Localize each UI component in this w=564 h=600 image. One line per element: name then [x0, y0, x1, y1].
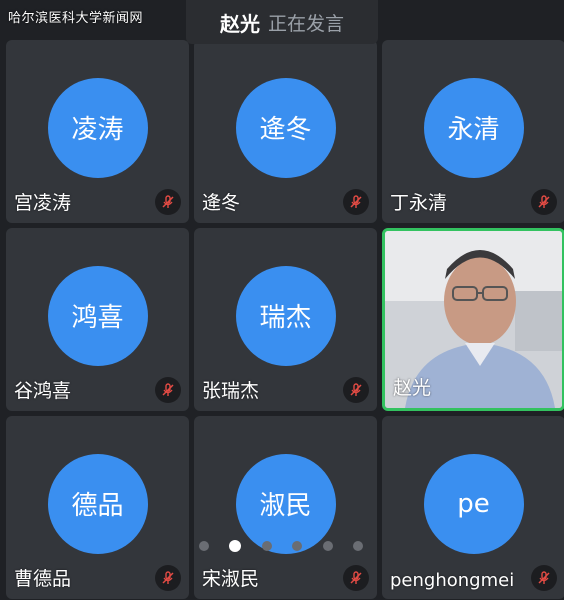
mic-muted-icon	[155, 189, 181, 215]
participant-name: 张瑞杰	[202, 380, 260, 402]
page-dot[interactable]	[261, 541, 272, 551]
avatar: pe	[423, 453, 524, 554]
participant-name: 曹德品	[14, 568, 72, 590]
participant-grid: 凌涛 宫凌涛 逄冬 逄冬 永清 丁永清 鸿喜 谷鸿喜 瑞杰 张瑞杰 赵光 德品 …	[0, 0, 564, 600]
mic-muted-icon	[531, 565, 557, 591]
participant-tile[interactable]: 德品 曹德品	[6, 416, 189, 599]
participant-name: penghongmei	[390, 570, 515, 591]
participant-tile[interactable]: 鸿喜 谷鸿喜	[6, 228, 189, 411]
mic-muted-icon	[531, 189, 557, 215]
speaker-indicator: 赵光 正在发言	[186, 0, 378, 44]
participant-tile[interactable]: pe penghongmei	[382, 416, 564, 599]
participant-name: 宫凌涛	[14, 192, 72, 214]
page-dot[interactable]	[352, 541, 363, 551]
participant-name: 逄冬	[202, 192, 241, 214]
page-dot[interactable]	[199, 541, 209, 551]
page-dot[interactable]	[292, 541, 303, 551]
mic-muted-icon	[343, 565, 369, 591]
participant-name: 谷鸿喜	[14, 380, 72, 402]
speaker-status: 正在发言	[267, 12, 344, 35]
avatar: 鸿喜	[47, 265, 148, 366]
mic-muted-icon	[343, 189, 369, 215]
avatar: 德品	[47, 453, 148, 554]
mic-muted-icon	[155, 377, 181, 403]
avatar: 瑞杰	[235, 265, 336, 366]
page-indicator[interactable]	[199, 538, 363, 554]
avatar: 凌涛	[47, 77, 148, 178]
avatar: 永清	[423, 77, 524, 178]
participant-name: 丁永清	[390, 192, 448, 214]
watermark: 哈尔滨医科大学新闻网	[8, 11, 144, 26]
avatar: 逄冬	[235, 77, 336, 178]
participant-tile[interactable]: 淑民 宋淑民	[194, 416, 377, 599]
speaker-name: 赵光	[219, 11, 260, 36]
participant-tile[interactable]: 永清 丁永清	[382, 40, 564, 223]
mic-muted-icon	[343, 377, 369, 403]
participant-tile[interactable]: 逄冬 逄冬	[194, 40, 377, 223]
page-dot-current[interactable]	[229, 540, 242, 552]
participant-tile[interactable]: 凌涛 宫凌涛	[6, 40, 189, 223]
mic-muted-icon	[155, 565, 181, 591]
participant-tile-active-speaker[interactable]: 赵光	[382, 228, 564, 411]
participant-name: 宋淑民	[202, 568, 260, 590]
participant-tile[interactable]: 瑞杰 张瑞杰	[194, 228, 377, 411]
page-dot[interactable]	[322, 541, 333, 551]
participant-name: 赵光	[393, 377, 432, 399]
